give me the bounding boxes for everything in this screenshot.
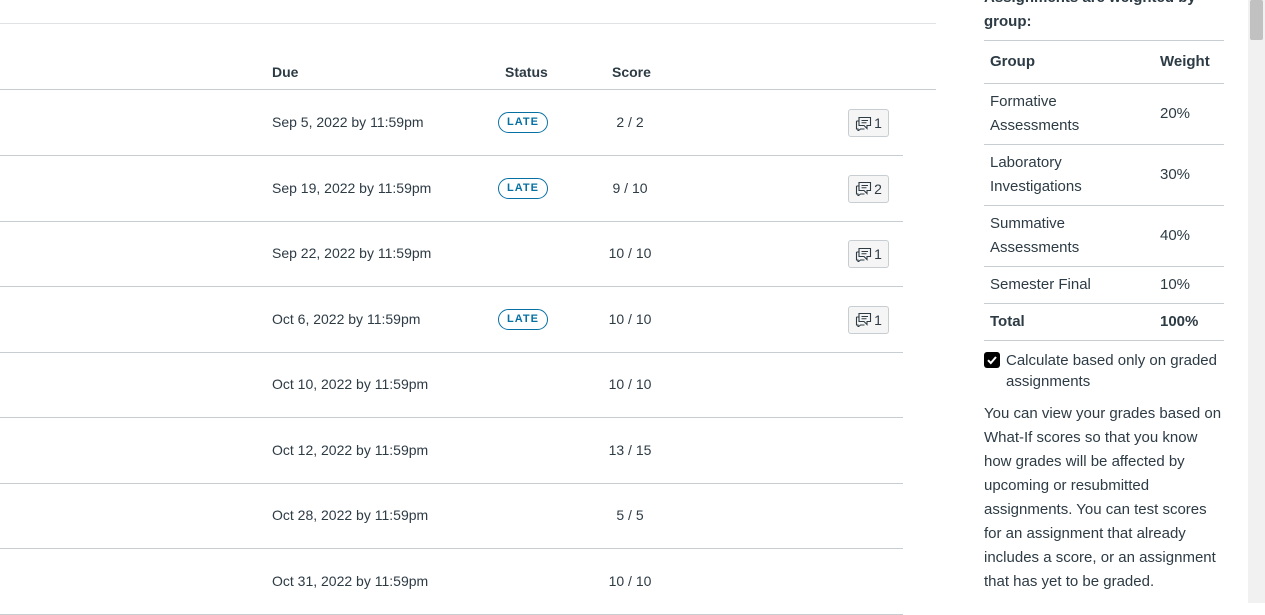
grade-row: Oct 10, 2022 by 11:59pm 10 / 10 — [0, 352, 903, 418]
comment-icon — [856, 247, 872, 262]
due-date: Oct 6, 2022 by 11:59pm — [272, 310, 421, 327]
weight-row: Formative Assessments 20% — [984, 83, 1224, 145]
weight-total-row: Total 100% — [984, 303, 1224, 341]
group-weight: 20% — [1154, 83, 1224, 145]
scrollbar-thumb[interactable] — [1250, 0, 1263, 40]
late-badge: LATE — [498, 308, 548, 330]
total-label: Total — [984, 303, 1154, 341]
weighting-intro: Assignments are weighted by group: — [984, 0, 1196, 30]
grade-row: Oct 28, 2022 by 11:59pm 5 / 5 — [0, 483, 903, 549]
score: 9 / 10 — [612, 179, 648, 196]
late-badge: LATE — [498, 112, 548, 133]
grade-row: Sep 22, 2022 by 11:59pm 10 / 10 1 — [0, 221, 903, 287]
grade-row: Oct 31, 2022 by 11:59pm 10 / 10 — [0, 549, 903, 615]
grade-row: Sep 19, 2022 by 11:59pm LATE 9 / 10 2 — [0, 156, 903, 222]
due-date: Oct 12, 2022 by 11:59pm — [272, 441, 429, 458]
due-date: Sep 22, 2022 by 11:59pm — [272, 245, 432, 261]
what-if-description: You can view your grades based on What-I… — [984, 405, 1222, 590]
score: 13 / 15 — [608, 441, 652, 458]
comment-icon — [856, 116, 872, 131]
weights-header-row: Group Weight — [984, 40, 1224, 84]
weight-row: Semester Final 10% — [984, 266, 1224, 304]
group-weight: 10% — [1154, 266, 1224, 304]
comment-count: 2 — [874, 180, 882, 197]
column-header-score: Score — [612, 64, 651, 80]
due-date: Oct 28, 2022 by 11:59pm — [272, 507, 429, 523]
group-name: Summative Assessments — [984, 205, 1154, 267]
due-date: Oct 10, 2022 by 11:59pm — [272, 376, 429, 392]
group-weight: 30% — [1154, 144, 1224, 206]
group-name: Formative Assessments — [984, 83, 1154, 145]
comment-icon — [856, 181, 872, 196]
grade-row: Oct 12, 2022 by 11:59pm 13 / 15 — [0, 418, 903, 484]
score: 10 / 10 — [608, 376, 652, 392]
comment-count: 1 — [874, 115, 882, 131]
comments-button[interactable]: 1 — [848, 240, 889, 268]
score: 2 / 2 — [616, 114, 644, 130]
group-weight: 40% — [1154, 205, 1224, 267]
calculate-label: Calculate based only on graded assignmen… — [1006, 352, 1217, 390]
comment-count: 1 — [874, 311, 882, 328]
status-cell: LATE — [498, 177, 548, 199]
score: 10 / 10 — [608, 572, 652, 589]
late-badge: LATE — [498, 177, 548, 199]
group-weights-table: Group Weight Formative Assessments 20% Lab… — [984, 40, 1224, 341]
calculate-checkbox[interactable] — [984, 352, 1000, 368]
due-date: Sep 19, 2022 by 11:59pm — [272, 179, 432, 196]
group-name: Semester Final — [984, 266, 1154, 304]
group-name: Laboratory Investigations — [984, 144, 1154, 206]
header-weight: Weight — [1154, 40, 1224, 84]
status-cell: LATE — [498, 308, 548, 330]
due-date: Sep 5, 2022 by 11:59pm — [272, 114, 424, 130]
comments-button[interactable]: 2 — [848, 174, 889, 203]
comments-button[interactable]: 1 — [848, 305, 889, 334]
total-weight: 100% — [1154, 303, 1224, 341]
calculate-graded-only-option[interactable]: Calculate based only on graded assignmen… — [984, 350, 1224, 392]
status-cell: LATE — [498, 112, 548, 133]
page-scrollbar[interactable] — [1248, 0, 1265, 603]
weight-row: Summative Assessments 40% — [984, 205, 1224, 267]
weight-row: Laboratory Investigations 30% — [984, 144, 1224, 206]
grade-row: Sep 5, 2022 by 11:59pm LATE 2 / 2 1 — [0, 90, 903, 156]
due-date: Oct 31, 2022 by 11:59pm — [272, 572, 429, 589]
check-icon — [987, 356, 997, 365]
score: 10 / 10 — [608, 245, 652, 261]
top-divider — [0, 23, 936, 24]
score: 10 / 10 — [608, 310, 652, 327]
column-header-due: Due — [272, 64, 299, 80]
score: 5 / 5 — [616, 507, 644, 523]
comment-icon — [856, 312, 872, 327]
column-header-status: Status — [505, 64, 548, 80]
comment-count: 1 — [874, 246, 882, 262]
header-group: Group — [984, 40, 1154, 84]
grade-row: Oct 6, 2022 by 11:59pm LATE 10 / 10 1 — [0, 287, 903, 353]
comments-button[interactable]: 1 — [848, 109, 889, 137]
